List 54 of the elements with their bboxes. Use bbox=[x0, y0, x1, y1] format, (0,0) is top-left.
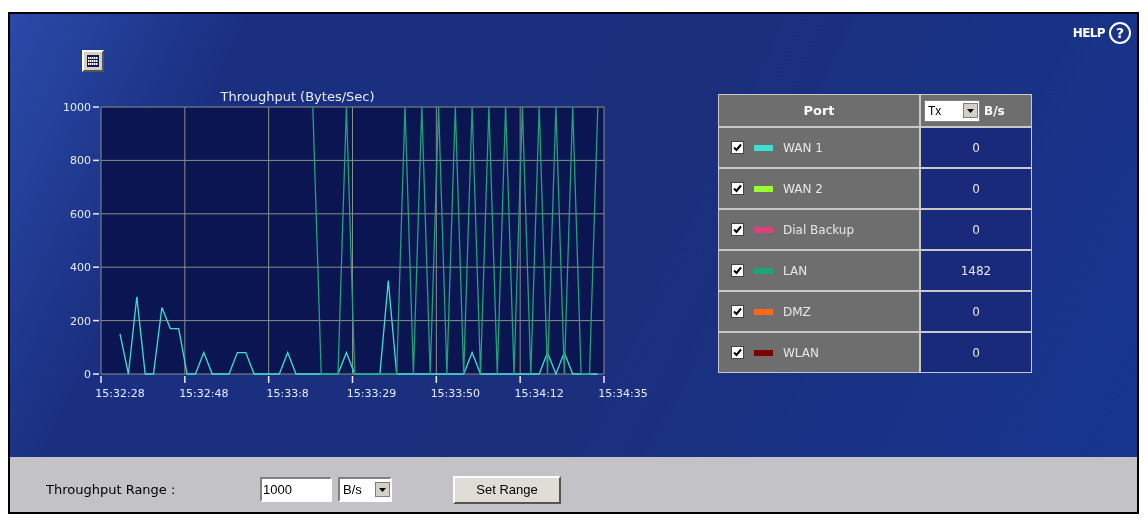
y-axis-label: 200 bbox=[70, 314, 91, 328]
checkbox[interactable] bbox=[731, 346, 744, 359]
x-axis-label: 15:34:35 bbox=[598, 387, 648, 400]
y-axis-label: 1000 bbox=[63, 101, 91, 114]
tick-mark bbox=[92, 213, 100, 215]
port-header: Port bbox=[719, 95, 919, 126]
tick-mark bbox=[92, 159, 100, 162]
throughput-value: 0 bbox=[921, 210, 1031, 249]
port-name: LAN bbox=[783, 262, 808, 280]
tick-mark bbox=[519, 375, 521, 384]
x-axis-label: 15:34:12 bbox=[514, 387, 564, 400]
tick-mark bbox=[92, 319, 100, 322]
x-axis-label: 15:32:48 bbox=[179, 387, 229, 400]
x-axis-label: 15:33:29 bbox=[346, 387, 397, 400]
tick-mark bbox=[267, 375, 270, 384]
tick-mark bbox=[435, 375, 438, 384]
range-input[interactable]: 1000 bbox=[260, 477, 332, 502]
x-axis-label: 15:33:8 bbox=[266, 387, 309, 400]
x-axis-label: 15:33:50 bbox=[430, 387, 481, 400]
set-range-button[interactable]: Set Range bbox=[453, 475, 561, 504]
throughput-value: 1482 bbox=[921, 251, 1031, 290]
grid-icon bbox=[87, 55, 99, 67]
port-name: WAN 2 bbox=[783, 180, 823, 198]
table-view-button[interactable] bbox=[82, 50, 104, 72]
checkbox[interactable] bbox=[731, 305, 744, 318]
unit-select[interactable]: B/s bbox=[338, 477, 392, 502]
help-link[interactable]: HELP bbox=[1072, 24, 1105, 42]
tick-mark bbox=[92, 266, 100, 268]
checkbox[interactable] bbox=[731, 182, 744, 195]
y-axis-label: 400 bbox=[70, 261, 91, 275]
port-name: Dial Backup bbox=[783, 221, 855, 239]
checkbox[interactable] bbox=[731, 264, 744, 277]
y-axis-label: 600 bbox=[70, 207, 91, 221]
throughput-value: 0 bbox=[921, 292, 1031, 331]
y-axis-label: 800 bbox=[70, 154, 91, 168]
help-icon[interactable]: ? bbox=[1109, 22, 1131, 44]
checkbox[interactable] bbox=[731, 141, 744, 154]
throughput-value: 0 bbox=[921, 169, 1031, 208]
tick-mark bbox=[351, 375, 354, 384]
port-name: WLAN bbox=[783, 344, 819, 362]
throughput-value: 0 bbox=[921, 333, 1031, 372]
chart-title: Throughput (Bytes/Sec) bbox=[220, 89, 375, 104]
direction-select[interactable]: Tx bbox=[924, 99, 980, 122]
unit-header: B/s bbox=[984, 102, 1005, 120]
tick-mark bbox=[603, 375, 605, 384]
range-label: Throughput Range : bbox=[46, 480, 177, 499]
port-name: DMZ bbox=[783, 303, 811, 321]
throughput-value: 0 bbox=[921, 128, 1031, 167]
port-name: WAN 1 bbox=[783, 139, 823, 157]
tick-mark bbox=[92, 106, 100, 108]
tick-mark bbox=[184, 375, 186, 384]
x-axis-label: 15:32:28 bbox=[95, 387, 145, 400]
y-axis-label: 0 bbox=[84, 368, 91, 381]
checkbox[interactable] bbox=[731, 223, 744, 236]
